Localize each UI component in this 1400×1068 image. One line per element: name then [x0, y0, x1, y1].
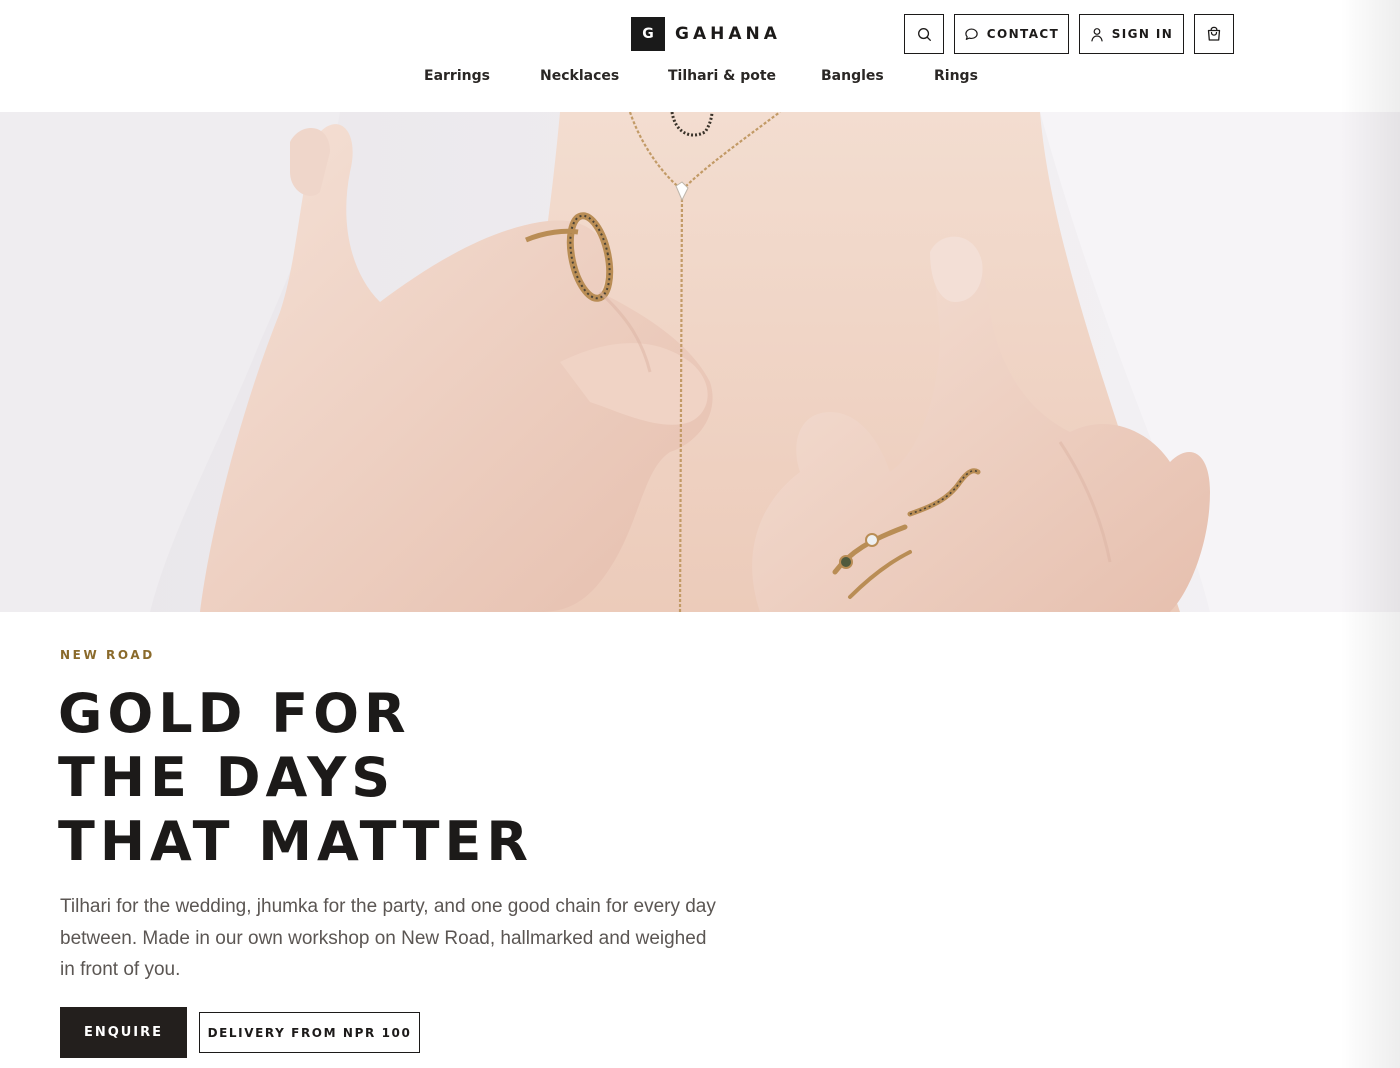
search-icon	[917, 27, 931, 41]
headline-line-3: THAT MATTER	[58, 810, 533, 873]
sign-in-label: SIGN IN	[1111, 27, 1174, 41]
nav-item-earrings[interactable]: Earrings	[424, 68, 490, 84]
brand-logo[interactable]: G GAHANA	[631, 17, 781, 51]
headline-line-1: GOLD FOR	[58, 682, 411, 745]
nav-item-necklaces[interactable]: Necklaces	[540, 68, 619, 84]
enquire-button[interactable]: ENQUIRE	[60, 1007, 187, 1058]
hero-description: Tilhari for the wedding, jhumka for the …	[60, 896, 716, 980]
delivery-button[interactable]: DELIVERY FROM NPR 100	[199, 1012, 420, 1053]
headline-line-2: THE DAYS	[58, 746, 396, 809]
sign-in-button[interactable]: SIGN IN	[1079, 14, 1184, 54]
site-header: G GAHANA CONTACT SIGN IN Earrings Neckla…	[0, 0, 1400, 112]
user-icon	[1091, 27, 1103, 41]
page: G GAHANA CONTACT SIGN IN Earrings Neckla…	[0, 0, 1400, 1068]
hero-headline: GOLD FOR THE DAYS THAT MATTER	[58, 682, 758, 874]
logo-mark: G	[631, 17, 665, 51]
search-button[interactable]	[904, 14, 944, 54]
location-eyebrow: NEW ROAD	[60, 648, 155, 662]
hero-image	[0, 112, 1400, 612]
contact-button[interactable]: CONTACT	[954, 14, 1069, 54]
nav-item-bangles[interactable]: Bangles	[821, 68, 884, 84]
chat-bubble-icon	[965, 27, 978, 40]
hero-jewelry-photo	[0, 112, 1400, 612]
cart-button[interactable]	[1194, 14, 1234, 54]
contact-label: CONTACT	[986, 27, 1060, 41]
shopping-bag-icon	[1207, 26, 1221, 41]
nav-item-rings[interactable]: Rings	[934, 68, 978, 84]
main-nav: Earrings Necklaces Tilhari & pote Bangle…	[0, 68, 1400, 92]
nav-item-tilhari-pote[interactable]: Tilhari & pote	[668, 68, 776, 84]
brand-name: GAHANA	[675, 24, 781, 44]
